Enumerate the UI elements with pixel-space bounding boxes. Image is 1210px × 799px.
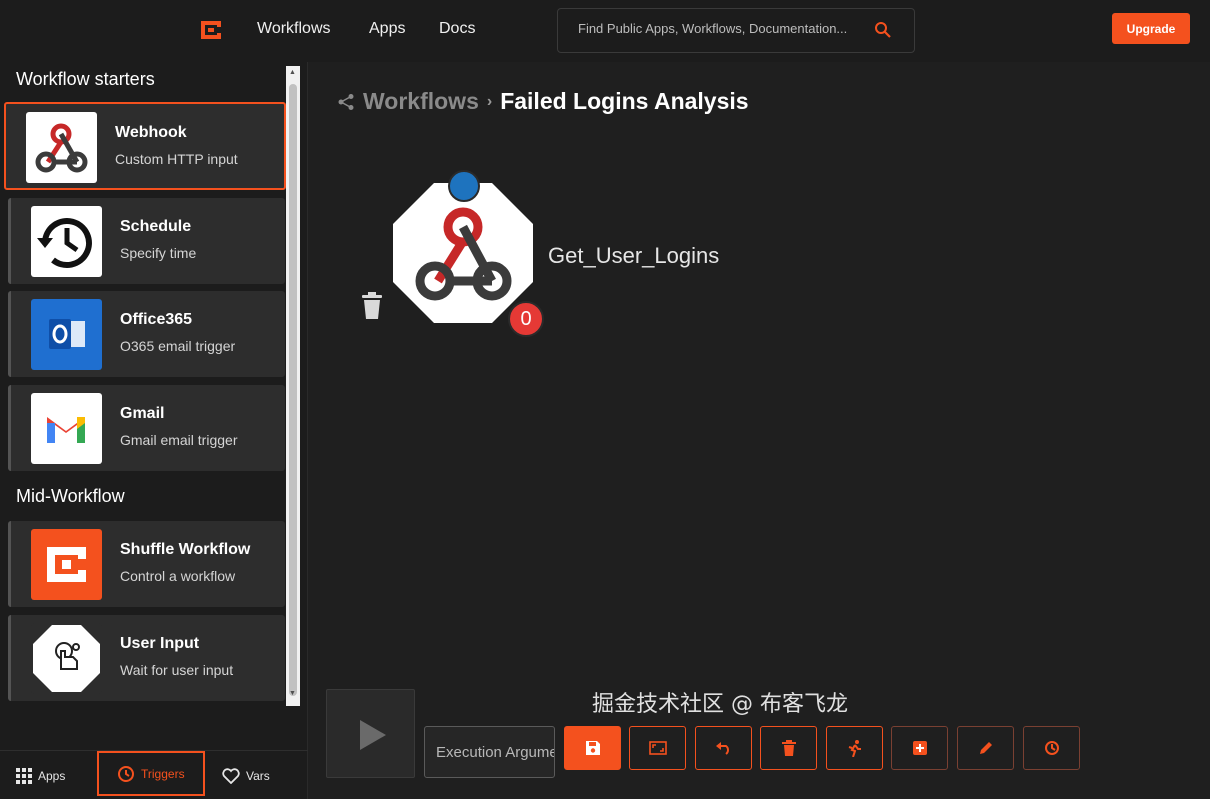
card-desc: Gmail email trigger (120, 432, 238, 448)
nav-apps[interactable]: Apps (369, 20, 405, 38)
upgrade-button[interactable]: Upgrade (1112, 13, 1190, 44)
trigger-card-user-input[interactable]: User Input Wait for user input (8, 615, 285, 701)
clock-icon (118, 765, 134, 782)
heart-icon (222, 768, 240, 784)
shuffle-logo-icon[interactable] (199, 19, 223, 41)
card-name: Webhook (115, 124, 187, 141)
trash-icon[interactable] (361, 292, 383, 320)
office365-thumbnail (31, 299, 102, 370)
tab-label: Vars (246, 769, 270, 783)
shuffle-icon (47, 547, 86, 582)
gmail-icon (47, 417, 85, 443)
undo-icon (715, 742, 729, 755)
delete-button[interactable] (760, 726, 817, 770)
card-desc: O365 email trigger (120, 338, 236, 354)
run-test-button[interactable] (826, 726, 883, 770)
search-icon[interactable] (874, 21, 892, 39)
undo-button[interactable] (695, 726, 752, 770)
triggers-sidebar: Workflow starters ▲ ▼ Webhook Custom HTT… (0, 62, 308, 799)
schedule-thumbnail (31, 206, 102, 277)
nav-docs[interactable]: Docs (439, 20, 475, 38)
webhook-thumbnail (26, 112, 97, 183)
play-icon (360, 720, 386, 750)
trigger-card-office365[interactable]: Office365 O365 email trigger (8, 291, 285, 377)
trigger-card-shuffle-workflow[interactable]: Shuffle Workflow Control a workflow (8, 521, 285, 607)
tab-triggers[interactable]: Triggers (97, 751, 205, 796)
trash-icon (781, 740, 796, 756)
card-name: Shuffle Workflow (120, 541, 251, 558)
history-button[interactable] (1023, 726, 1080, 770)
search-input[interactable] (578, 21, 858, 36)
breadcrumb-workflows[interactable]: Workflows (363, 88, 479, 115)
webhook-node[interactable] (393, 183, 533, 323)
node-count-badge: 0 (508, 301, 544, 337)
share-nodes-icon (338, 93, 354, 110)
hand-pointer-icon (33, 625, 100, 692)
section-title-starters: Workflow starters (16, 69, 155, 89)
tab-apps[interactable]: Apps (16, 761, 65, 791)
fit-screen-icon (648, 741, 667, 755)
breadcrumb: Workflows › Failed Logins Analysis (337, 88, 749, 115)
node-connector-dot[interactable] (448, 170, 480, 202)
section-title-mid: Mid-Workflow (16, 486, 125, 506)
nav-workflows[interactable]: Workflows (257, 20, 331, 38)
trigger-card-schedule[interactable]: Schedule Specify time (8, 198, 285, 284)
card-name: User Input (120, 635, 200, 652)
run-button[interactable] (326, 689, 415, 778)
card-desc: Specify time (120, 245, 197, 261)
scroll-down-arrow[interactable]: ▼ (289, 690, 296, 697)
save-button[interactable] (564, 726, 621, 770)
card-name: Office365 (120, 311, 193, 328)
add-box-icon (912, 741, 927, 755)
history-icon (1044, 741, 1059, 755)
webhook-icon (35, 123, 88, 173)
trigger-card-webhook[interactable]: Webhook Custom HTTP input (4, 102, 286, 190)
scroll-up-arrow[interactable]: ▲ (289, 69, 296, 76)
fit-view-button[interactable] (629, 726, 686, 770)
edit-button[interactable] (957, 726, 1014, 770)
add-button[interactable] (891, 726, 948, 770)
gmail-thumbnail (31, 393, 102, 464)
search-box (557, 8, 915, 53)
card-desc: Wait for user input (120, 662, 234, 678)
node-label: Get_User_Logins (548, 243, 720, 268)
watermark-text: 掘金技术社区 @ 布客飞龙 (592, 692, 848, 717)
running-person-icon (848, 739, 861, 757)
trigger-card-gmail[interactable]: Gmail Gmail email trigger (8, 385, 285, 471)
top-navbar: Workflows Apps Docs Upgrade (0, 0, 1210, 62)
grid-icon (16, 768, 32, 784)
tab-vars[interactable]: Vars (222, 761, 270, 791)
tab-label: Triggers (141, 766, 185, 781)
sidebar-tabs: Apps Triggers Vars (0, 750, 308, 799)
scrollbar-thumb[interactable] (289, 84, 297, 696)
shuffle-thumbnail (31, 529, 102, 600)
user-input-thumbnail (31, 623, 102, 694)
page-title: Failed Logins Analysis (500, 88, 749, 114)
card-desc: Custom HTTP input (115, 151, 238, 167)
clock-history-icon (37, 218, 92, 268)
pencil-icon (979, 742, 992, 754)
tab-label: Apps (38, 769, 66, 783)
card-name: Gmail (120, 405, 165, 422)
outlook-icon (49, 319, 85, 349)
save-icon (585, 741, 600, 755)
execution-argument-input[interactable] (424, 726, 555, 778)
breadcrumb-separator: › (486, 92, 493, 110)
card-name: Schedule (120, 218, 192, 235)
card-desc: Control a workflow (120, 568, 236, 584)
